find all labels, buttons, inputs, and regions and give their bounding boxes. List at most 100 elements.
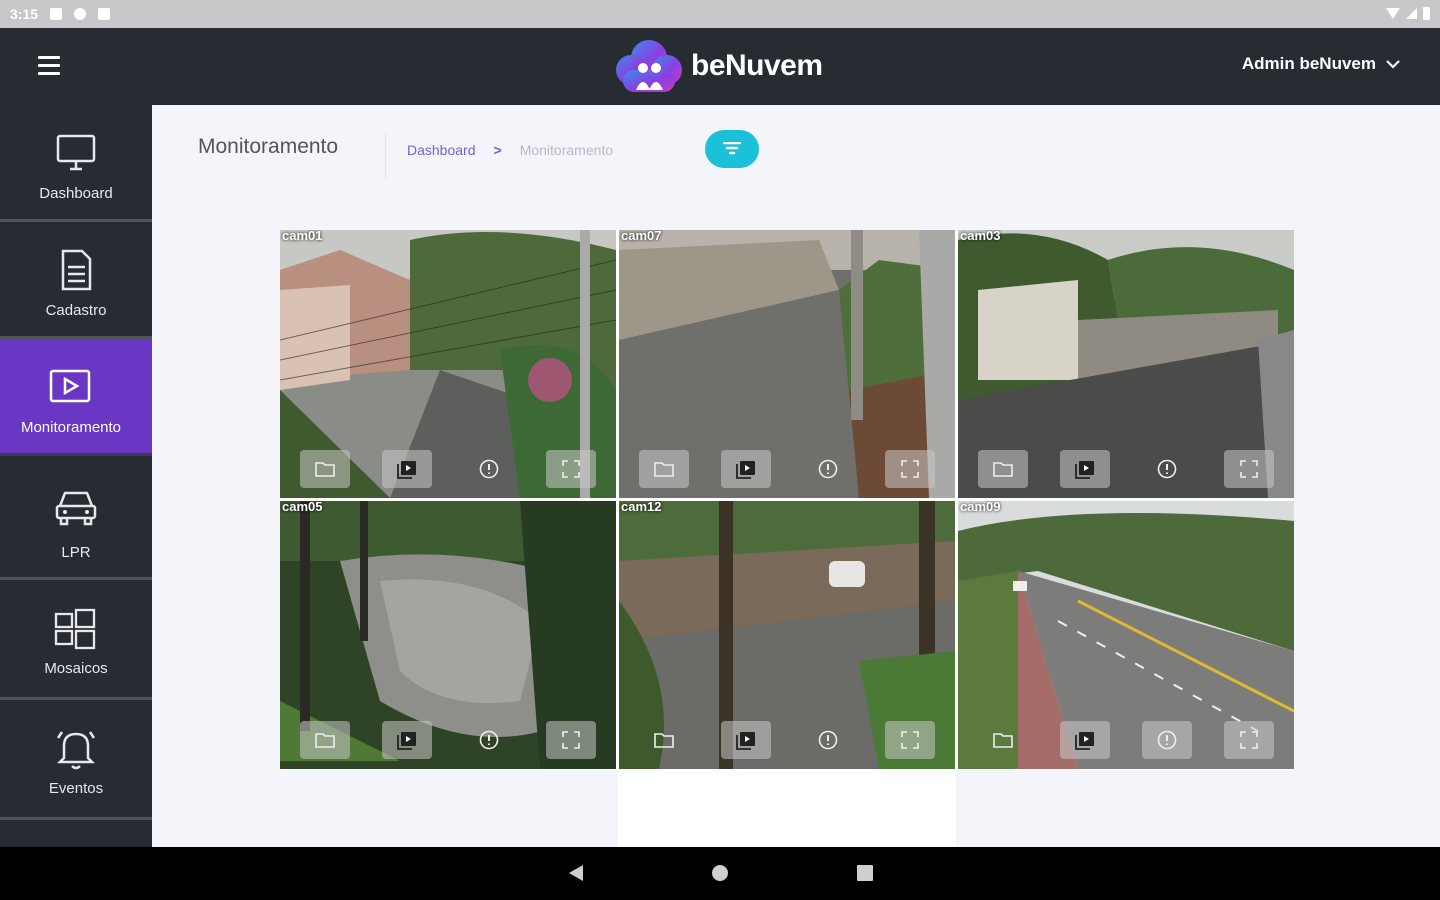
divider xyxy=(385,133,386,179)
sidebar-item-label: Dashboard xyxy=(39,185,113,202)
chevron-down-icon xyxy=(1386,60,1400,69)
camera-controls xyxy=(978,448,1274,490)
cloud-logo-icon xyxy=(616,40,682,92)
info-icon xyxy=(818,730,838,750)
fullscreen-icon xyxy=(901,731,919,749)
fullscreen-button[interactable] xyxy=(546,721,596,759)
camera-label: cam07 xyxy=(621,230,662,243)
sidebar-item-mosaicos[interactable]: Mosaicos xyxy=(0,580,152,700)
camera-tile[interactable]: cam05 xyxy=(280,501,616,769)
sidebar-item-monitoramento[interactable]: Monitoramento xyxy=(0,339,152,456)
wifi-icon xyxy=(1386,8,1400,19)
folder-button[interactable] xyxy=(639,721,689,759)
folder-icon xyxy=(315,733,335,748)
folder-icon xyxy=(654,462,674,477)
user-name: Admin beNuvem xyxy=(1241,54,1376,73)
fullscreen-icon xyxy=(562,731,580,749)
fullscreen-icon xyxy=(901,460,919,478)
fullscreen-button[interactable] xyxy=(885,721,935,759)
info-button[interactable] xyxy=(803,450,853,488)
playback-button[interactable] xyxy=(1060,450,1110,488)
system-nav-bar xyxy=(0,847,1440,900)
playback-button[interactable] xyxy=(382,721,432,759)
info-icon xyxy=(1157,459,1177,479)
playback-button[interactable] xyxy=(721,450,771,488)
info-button[interactable] xyxy=(1142,721,1192,759)
grid-footer-strip xyxy=(618,770,956,847)
document-icon xyxy=(61,249,92,291)
folder-button[interactable] xyxy=(978,450,1028,488)
fullscreen-button[interactable] xyxy=(1224,450,1274,488)
folder-button[interactable] xyxy=(300,450,350,488)
fullscreen-button[interactable] xyxy=(1224,721,1274,759)
playback-icon xyxy=(1075,732,1094,750)
fullscreen-icon xyxy=(562,460,580,478)
info-icon xyxy=(479,459,499,479)
playback-icon xyxy=(736,732,755,750)
info-button[interactable] xyxy=(1142,450,1192,488)
camera-tile[interactable]: cam12 xyxy=(619,501,955,769)
recents-icon[interactable] xyxy=(855,863,875,883)
sidebar-item-lpr[interactable]: LPR xyxy=(0,456,152,580)
playback-button[interactable] xyxy=(382,450,432,488)
breadcrumb-separator: > xyxy=(493,142,502,158)
camera-controls xyxy=(978,719,1274,761)
brand-logo[interactable]: beNuvem xyxy=(611,36,823,96)
fullscreen-button[interactable] xyxy=(546,450,596,488)
playback-icon xyxy=(1075,461,1094,479)
home-icon[interactable] xyxy=(710,863,730,883)
camera-tile[interactable]: cam03 xyxy=(958,230,1294,498)
monitor-icon xyxy=(56,134,96,171)
sidebar-item-label: LPR xyxy=(61,544,91,561)
playback-button[interactable] xyxy=(1060,721,1110,759)
back-icon[interactable] xyxy=(566,863,586,883)
filter-button[interactable] xyxy=(705,130,759,168)
camera-tile[interactable]: cam01 xyxy=(280,230,616,498)
car-icon xyxy=(55,491,97,526)
camera-controls xyxy=(639,448,935,490)
fullscreen-icon xyxy=(1240,460,1258,478)
breadcrumb-dashboard-link[interactable]: Dashboard xyxy=(407,142,476,158)
breadcrumb: Dashboard > Monitoramento xyxy=(407,142,613,158)
info-button[interactable] xyxy=(464,721,514,759)
app-header: beNuvem Admin beNuvem xyxy=(0,28,1440,105)
user-menu[interactable]: Admin beNuvem xyxy=(1242,54,1400,74)
sidebar-item-label: Eventos xyxy=(48,780,104,797)
playback-button[interactable] xyxy=(721,721,771,759)
hamburger-icon[interactable] xyxy=(38,56,60,80)
camera-tile[interactable]: cam09 xyxy=(958,501,1294,769)
folder-button[interactable] xyxy=(300,721,350,759)
folder-button[interactable] xyxy=(978,721,1028,759)
main-content: Monitoramento Dashboard > Monitoramento xyxy=(152,105,1440,847)
sidebar-item-cadastro[interactable]: Cadastro xyxy=(0,222,152,339)
bell-icon xyxy=(56,731,96,770)
notification-icon xyxy=(50,8,63,20)
camera-label: cam09 xyxy=(960,501,1001,514)
sidebar: Dashboard Cadastro Monitoramento LPR Mos… xyxy=(0,105,152,847)
folder-icon xyxy=(993,462,1013,477)
camera-tile[interactable]: cam07 xyxy=(619,230,955,498)
sidebar-item-dashboard[interactable]: Dashboard xyxy=(0,105,152,222)
playback-icon xyxy=(736,461,755,479)
breadcrumb-current: Monitoramento xyxy=(519,142,614,158)
filter-icon xyxy=(723,142,741,155)
sidebar-item-eventos[interactable]: Eventos xyxy=(0,700,152,820)
fullscreen-button[interactable] xyxy=(885,450,935,488)
folder-button[interactable] xyxy=(639,450,689,488)
mosaic-icon xyxy=(54,608,96,650)
info-button[interactable] xyxy=(803,721,853,759)
camera-controls xyxy=(639,719,935,761)
playback-icon xyxy=(397,732,416,750)
folder-icon xyxy=(315,462,335,477)
fullscreen-icon xyxy=(1240,731,1258,749)
info-icon xyxy=(818,459,838,479)
folder-icon xyxy=(993,733,1013,748)
info-button[interactable] xyxy=(464,450,514,488)
status-indicators xyxy=(1386,7,1430,20)
camera-label: cam12 xyxy=(621,501,662,514)
camera-grid: cam01 cam07 cam03 cam05 cam12 cam09 xyxy=(280,230,1294,770)
battery-icon xyxy=(1423,7,1430,20)
info-icon xyxy=(479,730,499,750)
camera-label: cam05 xyxy=(282,501,323,514)
status-bar: 3:15 xyxy=(0,0,1440,28)
